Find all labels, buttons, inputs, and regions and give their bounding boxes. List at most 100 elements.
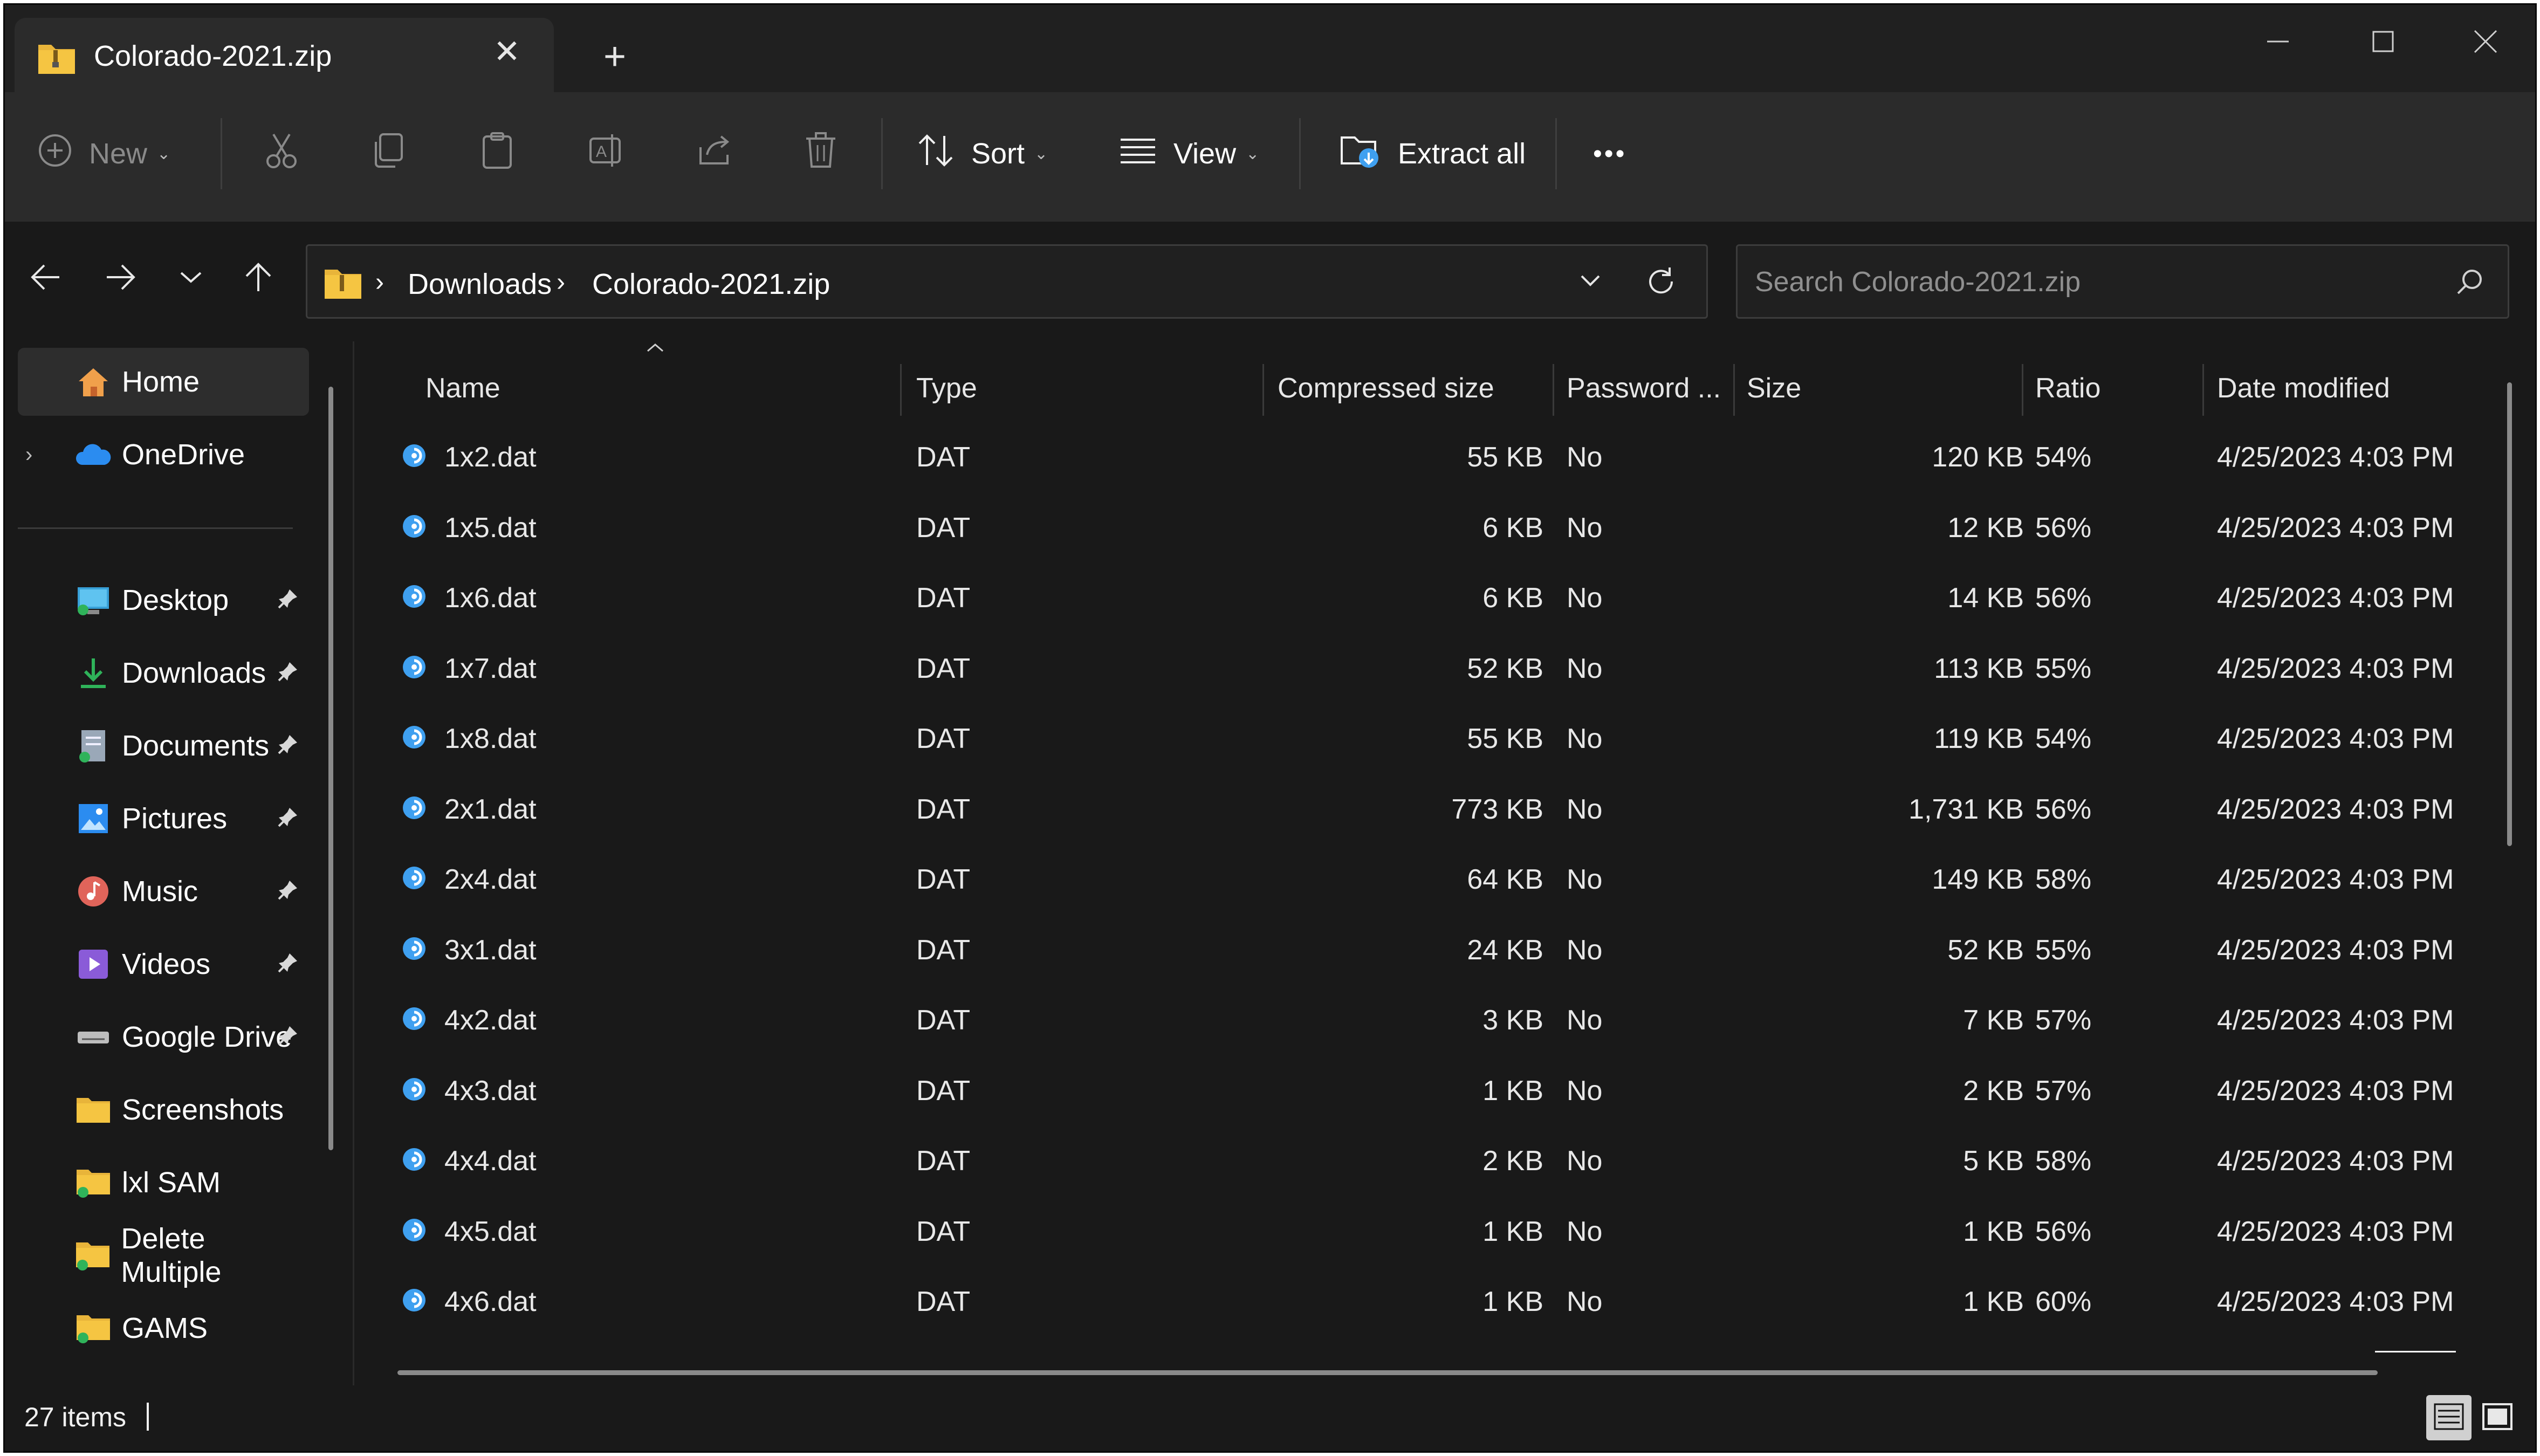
music-icon xyxy=(74,873,112,910)
pin-icon[interactable] xyxy=(277,1020,299,1054)
maximize-button[interactable] xyxy=(2351,15,2415,68)
cell-name: 1x7.dat xyxy=(444,653,537,684)
column-divider[interactable] xyxy=(900,364,902,416)
details-view-button[interactable] xyxy=(2426,1395,2472,1440)
search-icon[interactable] xyxy=(2455,267,2484,299)
sidebar-item-downloads[interactable]: Downloads xyxy=(18,639,309,707)
table-row[interactable]: 4x2.dat DAT 3 KB No 7 KB 57% 4/25/2023 4:03 PM xyxy=(401,985,2535,1055)
column-header-compressed-size[interactable]: Compressed size xyxy=(1278,358,1494,419)
cell-name: 4x4.dat xyxy=(444,1145,537,1177)
column-header-type[interactable]: Type xyxy=(916,358,977,419)
sidebar-item-lxl-sam[interactable]: lxl SAM xyxy=(18,1149,309,1217)
column-divider[interactable] xyxy=(2202,364,2204,416)
tab-active[interactable]: Colorado-2021.zip ✕ xyxy=(15,18,554,92)
status-separator xyxy=(147,1403,149,1431)
toolbar-divider xyxy=(1555,118,1557,189)
new-button[interactable]: New ⌄ xyxy=(37,121,170,186)
column-header-ratio[interactable]: Ratio xyxy=(2035,358,2100,419)
sidebar-item-label: Music xyxy=(122,875,198,908)
cell-password: No xyxy=(1567,1215,1603,1247)
sidebar-item-desktop[interactable]: Desktop xyxy=(18,566,309,634)
large-icons-view-button[interactable] xyxy=(2475,1395,2520,1440)
pane-divider[interactable] xyxy=(353,341,354,1393)
pin-icon[interactable] xyxy=(277,947,299,981)
sidebar-item-pictures[interactable]: Pictures xyxy=(18,785,309,853)
table-row[interactable]: 4x5.dat DAT 1 KB No 1 KB 56% 4/25/2023 4:03 PM xyxy=(401,1197,2535,1267)
cell-ratio: 54% xyxy=(2035,442,2092,473)
item-count: 27 items xyxy=(24,1402,126,1432)
column-divider[interactable] xyxy=(1733,364,1735,416)
sort-button[interactable]: Sort ⌄ xyxy=(916,121,1048,186)
table-row[interactable]: 1x7.dat DAT 52 KB No 113 KB 55% 4/25/2023 4:03… xyxy=(401,634,2535,704)
file-list-horizontal-scrollbar[interactable] xyxy=(397,1370,2378,1375)
back-button[interactable] xyxy=(21,254,70,303)
forward-button[interactable] xyxy=(97,254,145,303)
sidebar-item-home[interactable]: Home xyxy=(18,348,309,416)
share-button[interactable] xyxy=(695,121,734,186)
table-row[interactable]: 2x4.dat DAT 64 KB No 149 KB 58% 4/25/2023 4:03… xyxy=(401,844,2535,915)
chevron-right-icon[interactable]: › xyxy=(25,443,32,467)
pin-icon[interactable] xyxy=(277,729,299,763)
cell-ratio: 57% xyxy=(2035,1005,2092,1036)
column-divider[interactable] xyxy=(1262,364,1264,416)
close-window-button[interactable] xyxy=(2453,15,2518,68)
delete-button[interactable] xyxy=(803,121,839,186)
cell-ratio: 54% xyxy=(2035,723,2092,754)
breadcrumb-separator: › xyxy=(557,268,565,297)
tab-close-icon[interactable]: ✕ xyxy=(489,34,525,70)
rename-button[interactable]: A xyxy=(587,121,626,186)
cell-ratio: 56% xyxy=(2035,793,2092,825)
pin-icon[interactable] xyxy=(277,802,299,835)
table-row[interactable]: 3x1.dat DAT 24 KB No 52 KB 55% 4/25/2023 4:03 … xyxy=(401,915,2535,985)
sidebar-item-gams[interactable]: GAMS xyxy=(18,1294,309,1362)
table-row[interactable]: 4x3.dat DAT 1 KB No 2 KB 57% 4/25/2023 4:03 PM xyxy=(401,1056,2535,1126)
toolbar-divider xyxy=(881,118,883,189)
recent-locations-button[interactable] xyxy=(167,254,215,303)
sidebar-item-google-drive[interactable]: Google Drive xyxy=(18,1003,309,1071)
view-button[interactable]: View ⌄ xyxy=(1118,121,1259,186)
column-divider[interactable] xyxy=(1553,364,1554,416)
table-row[interactable]: 2x1.dat DAT 773 KB No 1,731 KB 56% 4/25/2023 4… xyxy=(401,774,2535,844)
cut-button[interactable] xyxy=(264,121,299,186)
column-divider[interactable] xyxy=(2022,364,2023,416)
column-header-size[interactable]: Size xyxy=(1747,358,1801,419)
picture-icon xyxy=(74,800,112,837)
sidebar-scrollbar[interactable] xyxy=(328,387,333,1150)
breadcrumb-downloads[interactable]: Downloads xyxy=(408,267,552,301)
refresh-icon[interactable] xyxy=(1645,265,1677,300)
paste-button[interactable] xyxy=(479,121,515,186)
search-input[interactable] xyxy=(1754,262,2425,302)
table-row[interactable]: 1x8.dat DAT 55 KB No 119 KB 54% 4/25/2023 4:03… xyxy=(401,704,2535,774)
pin-icon[interactable] xyxy=(277,583,299,617)
cell-name: 1x2.dat xyxy=(444,442,537,473)
pin-icon[interactable] xyxy=(277,656,299,690)
file-list-vertical-scrollbar[interactable] xyxy=(2507,382,2512,846)
table-row[interactable]: 1x2.dat DAT 55 KB No 120 KB 54% 4/25/2023 4:03… xyxy=(401,422,2535,492)
table-row[interactable]: 1x5.dat DAT 6 KB No 12 KB 56% 4/25/2023 4:03 P… xyxy=(401,493,2535,563)
up-button[interactable] xyxy=(234,254,283,303)
copy-button[interactable] xyxy=(372,121,407,186)
table-row[interactable]: 4x4.dat DAT 2 KB No 5 KB 58% 4/25/2023 4:03 PM xyxy=(401,1126,2535,1196)
sidebar-item-delete-multiple[interactable]: Delete Multiple xyxy=(18,1221,309,1289)
minimize-button[interactable] xyxy=(2246,15,2310,68)
pin-icon[interactable] xyxy=(277,875,299,908)
cloud-icon xyxy=(74,436,112,473)
column-header-name[interactable]: Name xyxy=(425,358,500,419)
more-options-button[interactable]: ••• xyxy=(1593,121,1626,186)
column-header-date-modified[interactable]: Date modified xyxy=(2217,358,2390,419)
breadcrumb-current[interactable]: Colorado-2021.zip xyxy=(592,267,830,301)
sidebar-item-videos[interactable]: Videos xyxy=(18,930,309,998)
new-tab-button[interactable]: + xyxy=(595,37,634,76)
cell-date-modified: 4/25/2023 4:03 PM xyxy=(2217,934,2454,966)
sidebar-item-screenshots[interactable]: Screenshots xyxy=(18,1076,309,1144)
sidebar-item-documents[interactable]: Documents xyxy=(18,712,309,780)
extract-all-button[interactable]: Extract all xyxy=(1340,121,1526,186)
table-row[interactable]: 1x6.dat DAT 6 KB No 14 KB 56% 4/25/2023 4:03 P… xyxy=(401,563,2535,633)
sidebar-item-music[interactable]: Music xyxy=(18,857,309,925)
column-header-password[interactable]: Password ... xyxy=(1567,358,1721,419)
table-row[interactable]: 4x6.dat DAT 1 KB No 1 KB 60% 4/25/2023 4:03 PM xyxy=(401,1267,2535,1337)
address-bar[interactable]: › Downloads › Colorado-2021.zip xyxy=(306,244,1708,319)
address-dropdown-icon[interactable] xyxy=(1577,267,1603,296)
sidebar-item-onedrive[interactable]: › OneDrive xyxy=(18,421,309,489)
navigation-pane: Home › OneDrive Desktop Downloads Docume… xyxy=(5,341,339,1377)
